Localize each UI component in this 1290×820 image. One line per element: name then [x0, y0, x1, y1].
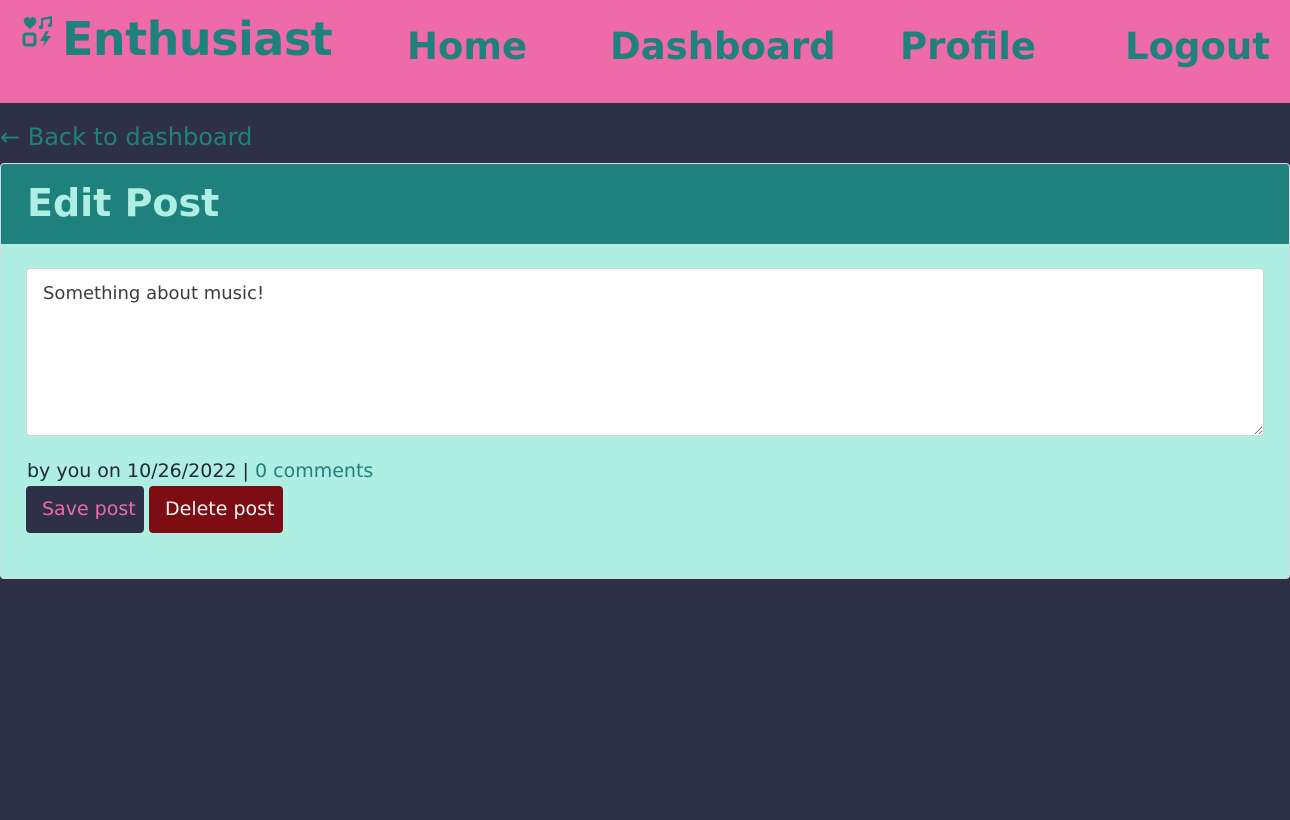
music-heart-icon [22, 16, 52, 48]
page-title: Edit Post [27, 181, 220, 225]
post-body-input[interactable]: Something about music! [26, 268, 1264, 436]
nav-dashboard-link[interactable]: Dashboard [610, 28, 836, 65]
navbar: Enthusiast Home Dashboard Profile Logout [0, 0, 1290, 103]
card-header: Edit Post [1, 164, 1289, 244]
save-post-button[interactable]: Save post [26, 486, 144, 533]
back-to-dashboard-link[interactable]: ← Back to dashboard [0, 125, 252, 149]
post-author-date: by you on 10/26/2022 | [27, 460, 255, 482]
nav-profile-link[interactable]: Profile [900, 28, 1036, 65]
brand-name: Enthusiast [62, 12, 333, 66]
nav-logout-link[interactable]: Logout [1125, 28, 1270, 65]
brand-link[interactable]: Enthusiast [22, 12, 333, 66]
delete-post-button[interactable]: Delete post [149, 486, 283, 533]
comments-link[interactable]: 0 comments [255, 460, 373, 482]
nav-home-link[interactable]: Home [407, 28, 527, 65]
edit-post-card: Edit Post Something about music! by you … [0, 163, 1290, 579]
post-meta: by you on 10/26/2022 | 0 comments [27, 462, 373, 481]
